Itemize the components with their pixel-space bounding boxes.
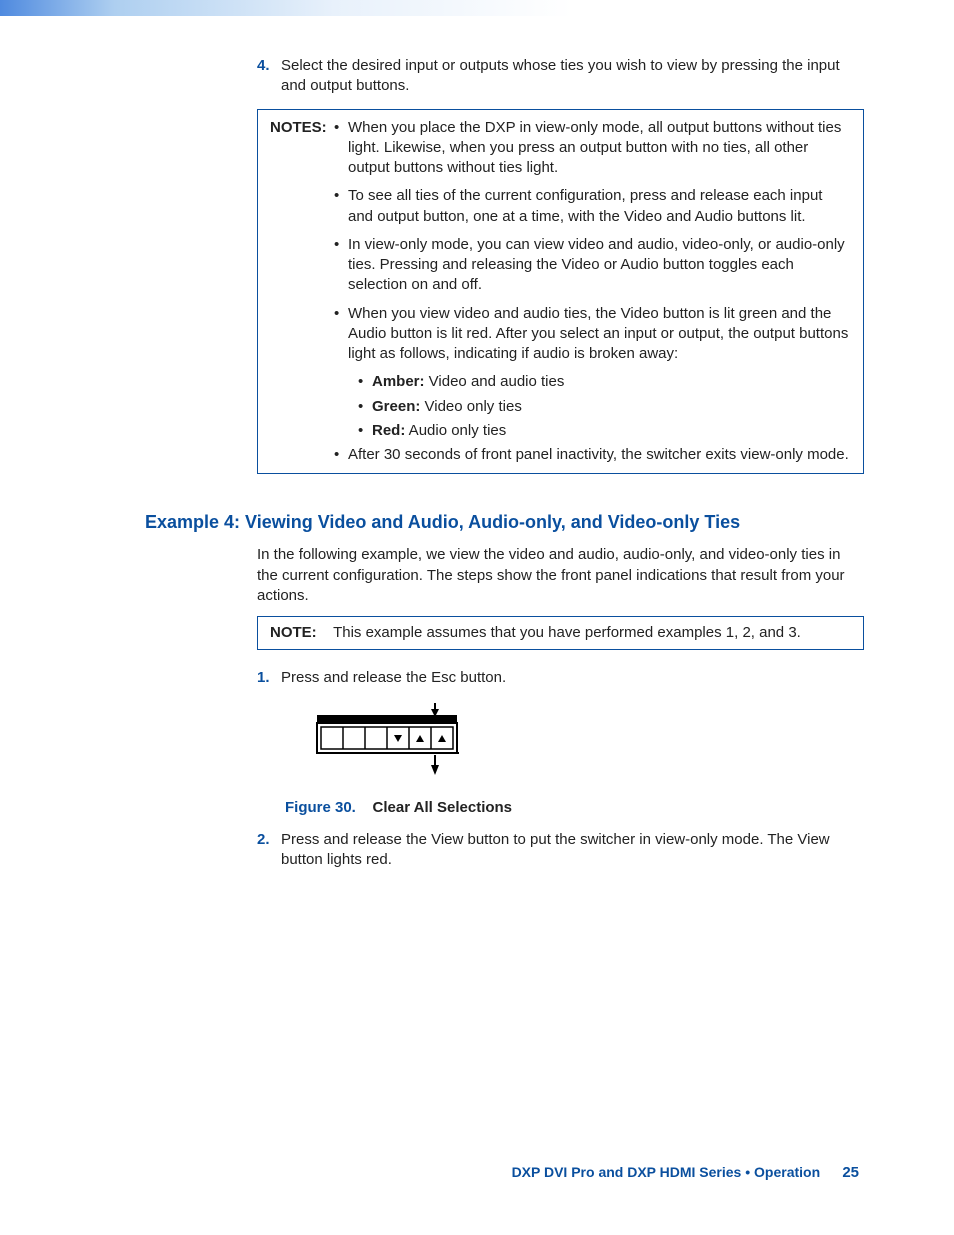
- note-box: NOTE: This example assumes that you have…: [257, 616, 864, 650]
- note-text: In view-only mode, you can view video an…: [348, 235, 851, 296]
- step-text: Select the desired input or outputs whos…: [281, 56, 864, 97]
- note-text: After 30 seconds of front panel inactivi…: [348, 445, 849, 465]
- step-text: Press and release the Esc button.: [281, 668, 864, 688]
- step-number: 2.: [257, 830, 281, 871]
- page-footer: DXP DVI Pro and DXP HDMI Series • Operat…: [0, 1164, 954, 1181]
- step-number: 4.: [257, 56, 281, 97]
- note-item: • In view-only mode, you can view video …: [334, 235, 851, 296]
- bullet-icon: •: [358, 397, 372, 417]
- notes-body: • When you place the DXP in view-only mo…: [270, 118, 851, 466]
- notes-label: NOTES:: [270, 118, 327, 138]
- note-text: To see all ties of the current configura…: [348, 186, 851, 227]
- color-item-red: • Red: Audio only ties: [358, 421, 851, 441]
- page-number: 25: [842, 1164, 859, 1181]
- figure-30-diagram: [315, 703, 864, 787]
- footer-title: DXP DVI Pro and DXP HDMI Series • Operat…: [512, 1164, 821, 1180]
- note-item: • After 30 seconds of front panel inacti…: [334, 445, 851, 465]
- color-text: Amber: Video and audio ties: [372, 372, 564, 392]
- note-label: NOTE:: [270, 624, 317, 641]
- step-4: 4. Select the desired input or outputs w…: [257, 56, 864, 97]
- bullet-icon: •: [334, 304, 348, 365]
- page-content: 4. Select the desired input or outputs w…: [0, 16, 954, 916]
- figure-title: Clear All Selections: [373, 799, 513, 816]
- bullet-icon: •: [358, 372, 372, 392]
- note-item: • When you view video and audio ties, th…: [334, 304, 851, 365]
- note-text: When you view video and audio ties, the …: [348, 304, 851, 365]
- note-text: This example assumes that you have perfo…: [333, 624, 801, 641]
- bullet-icon: •: [334, 118, 348, 179]
- bullet-icon: •: [358, 421, 372, 441]
- color-item-green: • Green: Video only ties: [358, 397, 851, 417]
- step-number: 1.: [257, 668, 281, 688]
- note-item: • To see all ties of the current configu…: [334, 186, 851, 227]
- bullet-icon: •: [334, 445, 348, 465]
- color-sub-list: • Amber: Video and audio ties • Green: V…: [334, 372, 851, 441]
- color-text: Green: Video only ties: [372, 397, 522, 417]
- section-title: Example 4: Viewing Video and Audio, Audi…: [145, 512, 864, 533]
- step-2: 2. Press and release the View button to …: [257, 830, 864, 871]
- header-gradient: [0, 0, 954, 16]
- section-intro: In the following example, we view the vi…: [257, 545, 864, 606]
- notes-box: NOTES: • When you place the DXP in view-…: [257, 109, 864, 475]
- bullet-icon: •: [334, 186, 348, 227]
- figure-caption: Figure 30. Clear All Selections: [285, 799, 864, 816]
- color-item-amber: • Amber: Video and audio ties: [358, 372, 851, 392]
- note-item: • When you place the DXP in view-only mo…: [334, 118, 851, 179]
- figure-label: Figure 30.: [285, 799, 356, 816]
- panel-diagram-svg: [315, 703, 465, 783]
- color-text: Red: Audio only ties: [372, 421, 506, 441]
- step-1: 1. Press and release the Esc button.: [257, 668, 864, 688]
- bullet-icon: •: [334, 235, 348, 296]
- step-text: Press and release the View button to put…: [281, 830, 864, 871]
- note-text: When you place the DXP in view-only mode…: [348, 118, 851, 179]
